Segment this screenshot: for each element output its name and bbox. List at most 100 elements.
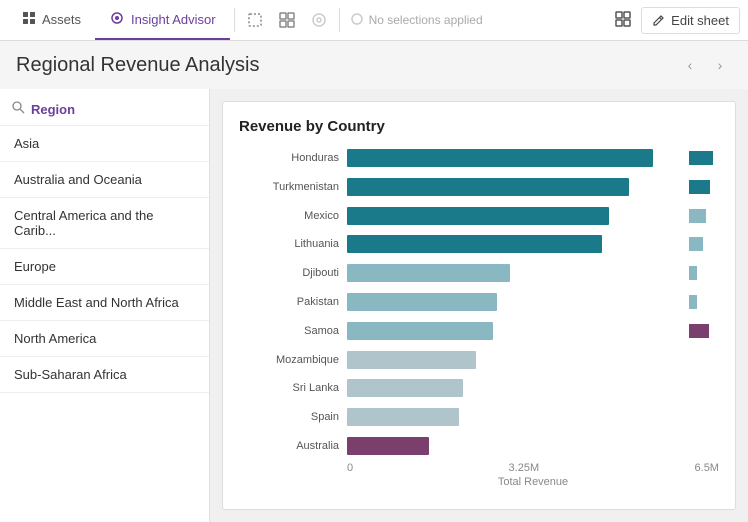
lasso-tool[interactable] bbox=[239, 4, 271, 36]
sidebar-items-list: AsiaAustralia and OceaniaCentral America… bbox=[0, 126, 209, 522]
insight-icon bbox=[109, 10, 125, 29]
bar-fill bbox=[347, 293, 497, 311]
bar-track bbox=[347, 293, 683, 311]
mini-bar-container bbox=[689, 322, 719, 340]
mini-bar bbox=[689, 180, 710, 194]
assets-label: Assets bbox=[42, 12, 81, 27]
x-axis-tick: 3.25M bbox=[509, 462, 540, 474]
search-icon bbox=[12, 101, 25, 117]
mini-bar bbox=[689, 151, 713, 165]
bar-label: Spain bbox=[239, 411, 339, 423]
bar-row: Pakistan bbox=[239, 293, 719, 311]
bar-track bbox=[347, 351, 683, 369]
mini-bar bbox=[689, 209, 706, 223]
sidebar-field-label: Region bbox=[31, 102, 75, 117]
mini-bar-container bbox=[689, 264, 719, 282]
mini-bar-container bbox=[689, 351, 719, 369]
bar-label: Turkmenistan bbox=[239, 181, 339, 193]
x-axis: 0 3.25M 6.5M bbox=[239, 462, 719, 474]
bar-row: Sri Lanka bbox=[239, 379, 719, 397]
edit-sheet-label: Edit sheet bbox=[671, 13, 729, 28]
bar-track bbox=[347, 437, 683, 455]
no-selections-label: No selections applied bbox=[369, 13, 483, 27]
mini-bar-container bbox=[689, 293, 719, 311]
sidebar-item[interactable]: North America bbox=[0, 321, 209, 357]
bar-track bbox=[347, 149, 683, 167]
mini-bar bbox=[689, 295, 697, 309]
mini-bar-container bbox=[689, 437, 719, 455]
nav-separator-2 bbox=[339, 8, 340, 32]
insight-advisor-label: Insight Advisor bbox=[131, 12, 216, 27]
bar-fill bbox=[347, 379, 463, 397]
page-title-bar: Regional Revenue Analysis ‹ › bbox=[0, 41, 748, 89]
zoom-tool[interactable] bbox=[271, 4, 303, 36]
sidebar-item[interactable]: Sub-Saharan Africa bbox=[0, 357, 209, 393]
bar-label: Lithuania bbox=[239, 238, 339, 250]
bar-row: Mexico bbox=[239, 207, 719, 225]
bar-row: Honduras bbox=[239, 149, 719, 167]
bar-fill bbox=[347, 351, 476, 369]
mini-bar-container bbox=[689, 207, 719, 225]
sidebar-item[interactable]: Asia bbox=[0, 126, 209, 162]
bar-row: Lithuania bbox=[239, 235, 719, 253]
top-nav: Assets Insight Advisor No selections app… bbox=[0, 0, 748, 41]
bar-fill bbox=[347, 408, 459, 426]
bar-label: Mexico bbox=[239, 210, 339, 222]
mini-bar-container bbox=[689, 408, 719, 426]
chart-body: Honduras Turkmenistan Mexico Lithuania Djibo… bbox=[239, 149, 719, 488]
bar-row: Djibouti bbox=[239, 264, 719, 282]
bar-fill bbox=[347, 322, 493, 340]
bar-fill bbox=[347, 149, 653, 167]
bar-label: Pakistan bbox=[239, 296, 339, 308]
bar-track bbox=[347, 379, 683, 397]
bar-label: Honduras bbox=[239, 152, 339, 164]
tab-assets[interactable]: Assets bbox=[8, 0, 95, 40]
bar-label: Australia bbox=[239, 440, 339, 452]
bar-track bbox=[347, 264, 683, 282]
mini-bar-container bbox=[689, 178, 719, 196]
mini-bar-container bbox=[689, 379, 719, 397]
mini-bar bbox=[689, 324, 709, 338]
grid-icon[interactable] bbox=[615, 11, 631, 30]
bar-chart: Honduras Turkmenistan Mexico Lithuania Djibo… bbox=[239, 149, 719, 458]
bar-fill bbox=[347, 264, 510, 282]
sidebar-item[interactable]: Middle East and North Africa bbox=[0, 285, 209, 321]
nav-back-arrow[interactable]: ‹ bbox=[678, 53, 702, 77]
bar-row: Samoa bbox=[239, 322, 719, 340]
cursor-tool[interactable] bbox=[303, 4, 335, 36]
tab-insight-advisor[interactable]: Insight Advisor bbox=[95, 0, 230, 40]
x-axis-title: Total Revenue bbox=[239, 476, 719, 488]
selection-icon bbox=[350, 12, 364, 29]
bar-row: Spain bbox=[239, 408, 719, 426]
x-axis-tick: 0 bbox=[347, 462, 353, 474]
nav-forward-arrow[interactable]: › bbox=[708, 53, 732, 77]
no-selections-indicator: No selections applied bbox=[350, 12, 483, 29]
sidebar: Region AsiaAustralia and OceaniaCentral … bbox=[0, 89, 210, 522]
bar-label: Djibouti bbox=[239, 267, 339, 279]
sidebar-item[interactable]: Europe bbox=[0, 249, 209, 285]
sidebar-search: Region bbox=[0, 89, 209, 126]
bar-row: Mozambique bbox=[239, 351, 719, 369]
sidebar-item[interactable]: Central America and the Carib... bbox=[0, 198, 209, 249]
bar-fill bbox=[347, 437, 429, 455]
bar-track bbox=[347, 408, 683, 426]
chart-title: Revenue by Country bbox=[239, 118, 719, 135]
bar-label: Mozambique bbox=[239, 354, 339, 366]
edit-sheet-button[interactable]: Edit sheet bbox=[641, 7, 740, 34]
bar-label: Sri Lanka bbox=[239, 382, 339, 394]
chart-area: Revenue by Country Honduras Turkmenistan M… bbox=[210, 89, 748, 522]
bar-row: Australia bbox=[239, 437, 719, 455]
bar-track bbox=[347, 235, 683, 253]
mini-bar bbox=[689, 266, 697, 280]
mini-bar bbox=[689, 237, 703, 251]
sidebar-item[interactable]: Australia and Oceania bbox=[0, 162, 209, 198]
chart-card: Revenue by Country Honduras Turkmenistan M… bbox=[222, 101, 736, 510]
bar-fill bbox=[347, 178, 629, 196]
bar-fill bbox=[347, 207, 609, 225]
x-axis-tick: 6.5M bbox=[695, 462, 719, 474]
assets-icon bbox=[22, 11, 36, 28]
page-nav-arrows: ‹ › bbox=[678, 53, 732, 77]
page-title: Regional Revenue Analysis bbox=[16, 54, 678, 77]
bar-fill bbox=[347, 235, 602, 253]
bar-row: Turkmenistan bbox=[239, 178, 719, 196]
